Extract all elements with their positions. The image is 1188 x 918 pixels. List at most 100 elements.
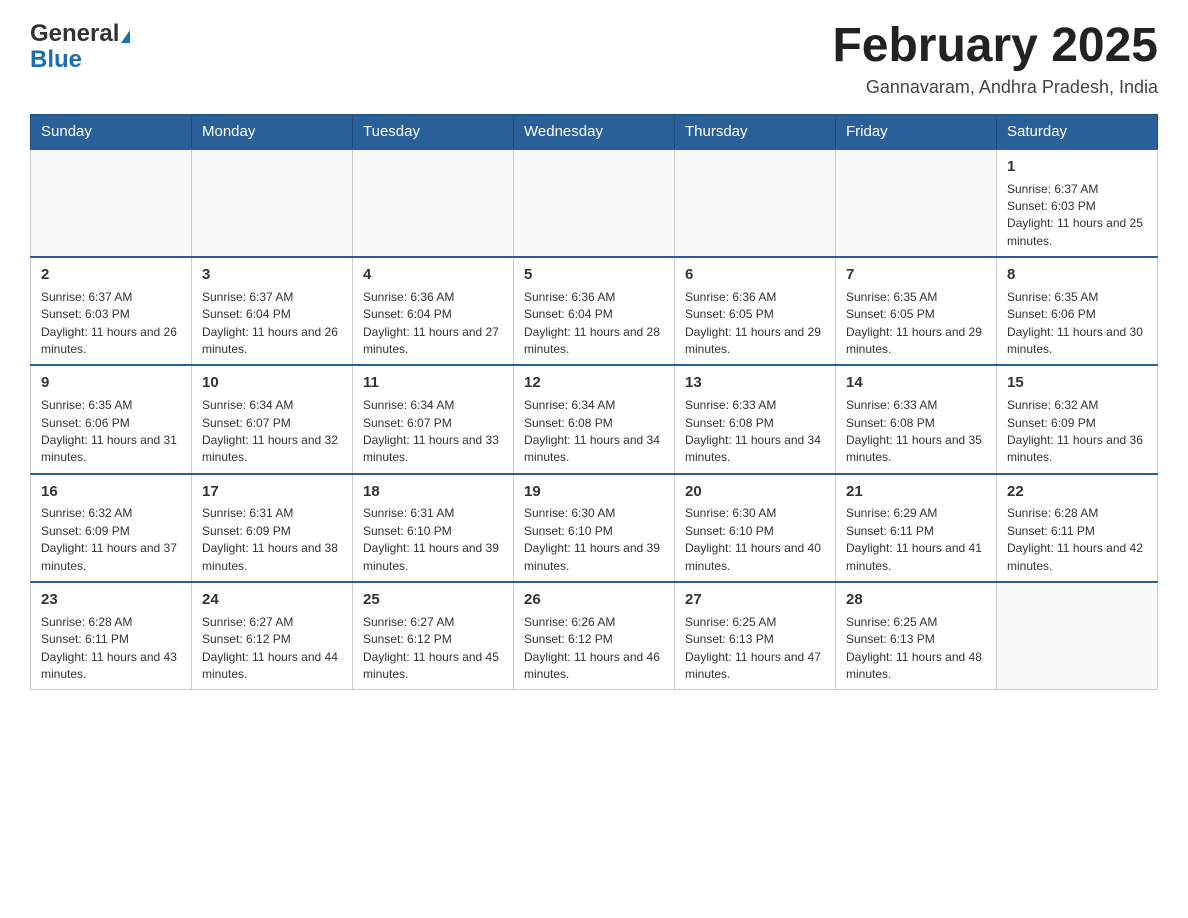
logo-general: General: [30, 20, 119, 47]
day-sun-info: Sunrise: 6:37 AMSunset: 6:03 PMDaylight:…: [1007, 181, 1147, 251]
calendar-cell: 19Sunrise: 6:30 AMSunset: 6:10 PMDayligh…: [514, 474, 675, 582]
calendar-cell: [675, 149, 836, 257]
calendar-cell: 1 Sunrise: 6:37 AMSunset: 6:03 PMDaylight…: [997, 149, 1158, 257]
calendar-cell: 20Sunrise: 6:30 AMSunset: 6:10 PMDayligh…: [675, 474, 836, 582]
weekday-header-sunday: Sunday: [31, 114, 192, 149]
day-sun-info: Sunrise: 6:32 AMSunset: 6:09 PMDaylight:…: [41, 505, 181, 575]
weekday-header-tuesday: Tuesday: [353, 114, 514, 149]
day-number: 13: [685, 372, 825, 394]
day-sun-info: Sunrise: 6:33 AMSunset: 6:08 PMDaylight:…: [846, 397, 986, 467]
calendar-cell: 6 Sunrise: 6:36 AMSunset: 6:05 PMDaylight…: [675, 257, 836, 365]
calendar-cell: 18Sunrise: 6:31 AMSunset: 6:10 PMDayligh…: [353, 474, 514, 582]
calendar-cell: 26 Sunrise: 6:26 AMSunset: 6:12 PMDayligh…: [514, 582, 675, 690]
day-sun-info: Sunrise: 6:34 AMSunset: 6:07 PMDaylight:…: [202, 397, 342, 467]
day-sun-info: Sunrise: 6:36 AMSunset: 6:04 PMDaylight:…: [363, 289, 503, 359]
calendar-cell: [353, 149, 514, 257]
day-number: 21: [846, 481, 986, 503]
day-sun-info: Sunrise: 6:37 AMSunset: 6:04 PMDaylight:…: [202, 289, 342, 359]
calendar-cell: 17Sunrise: 6:31 AMSunset: 6:09 PMDayligh…: [192, 474, 353, 582]
weekday-header-saturday: Saturday: [997, 114, 1158, 149]
logo-triangle-icon: [121, 30, 130, 43]
calendar-cell: 13 Sunrise: 6:33 AMSunset: 6:08 PMDayligh…: [675, 365, 836, 473]
logo-general-text: General: [30, 20, 130, 48]
day-number: 10: [202, 372, 342, 394]
day-number: 22: [1007, 481, 1147, 503]
calendar-cell: 3 Sunrise: 6:37 AMSunset: 6:04 PMDaylight…: [192, 257, 353, 365]
title-area: February 2025 Gannavaram, Andhra Pradesh…: [832, 20, 1158, 98]
day-sun-info: Sunrise: 6:35 AMSunset: 6:06 PMDaylight:…: [1007, 289, 1147, 359]
calendar-week-4: 16Sunrise: 6:32 AMSunset: 6:09 PMDayligh…: [31, 474, 1158, 582]
logo-blue-text: Blue: [30, 46, 82, 74]
day-number: 28: [846, 589, 986, 611]
day-number: 1: [1007, 156, 1147, 178]
day-number: 4: [363, 264, 503, 286]
calendar-cell: 21Sunrise: 6:29 AMSunset: 6:11 PMDayligh…: [836, 474, 997, 582]
calendar-cell: 23 Sunrise: 6:28 AMSunset: 6:11 PMDayligh…: [31, 582, 192, 690]
calendar-cell: 7Sunrise: 6:35 AMSunset: 6:05 PMDaylight…: [836, 257, 997, 365]
calendar-cell: 28Sunrise: 6:25 AMSunset: 6:13 PMDayligh…: [836, 582, 997, 690]
weekday-header-thursday: Thursday: [675, 114, 836, 149]
day-sun-info: Sunrise: 6:35 AMSunset: 6:06 PMDaylight:…: [41, 397, 181, 467]
day-number: 9: [41, 372, 181, 394]
day-number: 25: [363, 589, 503, 611]
calendar-week-1: 1 Sunrise: 6:37 AMSunset: 6:03 PMDaylight…: [31, 149, 1158, 257]
calendar-cell: 25 Sunrise: 6:27 AMSunset: 6:12 PMDayligh…: [353, 582, 514, 690]
day-number: 19: [524, 481, 664, 503]
calendar-cell: [31, 149, 192, 257]
weekday-header-monday: Monday: [192, 114, 353, 149]
day-sun-info: Sunrise: 6:26 AMSunset: 6:12 PMDaylight:…: [524, 614, 664, 684]
day-sun-info: Sunrise: 6:36 AMSunset: 6:04 PMDaylight:…: [524, 289, 664, 359]
calendar-cell: [192, 149, 353, 257]
day-sun-info: Sunrise: 6:36 AMSunset: 6:05 PMDaylight:…: [685, 289, 825, 359]
day-number: 20: [685, 481, 825, 503]
calendar-cell: 16Sunrise: 6:32 AMSunset: 6:09 PMDayligh…: [31, 474, 192, 582]
calendar-cell: [836, 149, 997, 257]
calendar-cell: 4 Sunrise: 6:36 AMSunset: 6:04 PMDaylight…: [353, 257, 514, 365]
calendar-cell: 5Sunrise: 6:36 AMSunset: 6:04 PMDaylight…: [514, 257, 675, 365]
calendar-cell: 9 Sunrise: 6:35 AMSunset: 6:06 PMDaylight…: [31, 365, 192, 473]
calendar-cell: [997, 582, 1158, 690]
calendar-week-5: 23 Sunrise: 6:28 AMSunset: 6:11 PMDayligh…: [31, 582, 1158, 690]
day-sun-info: Sunrise: 6:25 AMSunset: 6:13 PMDaylight:…: [685, 614, 825, 684]
day-sun-info: Sunrise: 6:31 AMSunset: 6:09 PMDaylight:…: [202, 505, 342, 575]
logo: General Blue: [30, 20, 130, 74]
calendar-cell: 24 Sunrise: 6:27 AMSunset: 6:12 PMDayligh…: [192, 582, 353, 690]
weekday-header-wednesday: Wednesday: [514, 114, 675, 149]
day-sun-info: Sunrise: 6:33 AMSunset: 6:08 PMDaylight:…: [685, 397, 825, 467]
day-sun-info: Sunrise: 6:32 AMSunset: 6:09 PMDaylight:…: [1007, 397, 1147, 467]
day-number: 24: [202, 589, 342, 611]
calendar-cell: [514, 149, 675, 257]
day-number: 6: [685, 264, 825, 286]
calendar-cell: 15 Sunrise: 6:32 AMSunset: 6:09 PMDayligh…: [997, 365, 1158, 473]
day-sun-info: Sunrise: 6:31 AMSunset: 6:10 PMDaylight:…: [363, 505, 503, 575]
day-number: 17: [202, 481, 342, 503]
day-sun-info: Sunrise: 6:28 AMSunset: 6:11 PMDaylight:…: [41, 614, 181, 684]
day-number: 3: [202, 264, 342, 286]
calendar-week-2: 2Sunrise: 6:37 AMSunset: 6:03 PMDaylight…: [31, 257, 1158, 365]
calendar-cell: 12Sunrise: 6:34 AMSunset: 6:08 PMDayligh…: [514, 365, 675, 473]
day-sun-info: Sunrise: 6:27 AMSunset: 6:12 PMDaylight:…: [202, 614, 342, 684]
calendar-week-3: 9 Sunrise: 6:35 AMSunset: 6:06 PMDaylight…: [31, 365, 1158, 473]
day-number: 23: [41, 589, 181, 611]
location-text: Gannavaram, Andhra Pradesh, India: [832, 77, 1158, 98]
calendar-cell: 11 Sunrise: 6:34 AMSunset: 6:07 PMDayligh…: [353, 365, 514, 473]
day-sun-info: Sunrise: 6:30 AMSunset: 6:10 PMDaylight:…: [685, 505, 825, 575]
calendar-header-row: SundayMondayTuesdayWednesdayThursdayFrid…: [31, 114, 1158, 149]
day-number: 15: [1007, 372, 1147, 394]
calendar-table: SundayMondayTuesdayWednesdayThursdayFrid…: [30, 114, 1158, 691]
day-number: 27: [685, 589, 825, 611]
day-number: 11: [363, 372, 503, 394]
day-number: 8: [1007, 264, 1147, 286]
day-sun-info: Sunrise: 6:28 AMSunset: 6:11 PMDaylight:…: [1007, 505, 1147, 575]
month-title: February 2025: [832, 20, 1158, 73]
calendar-cell: 14Sunrise: 6:33 AMSunset: 6:08 PMDayligh…: [836, 365, 997, 473]
calendar-cell: 8 Sunrise: 6:35 AMSunset: 6:06 PMDaylight…: [997, 257, 1158, 365]
day-sun-info: Sunrise: 6:30 AMSunset: 6:10 PMDaylight:…: [524, 505, 664, 575]
day-number: 26: [524, 589, 664, 611]
day-sun-info: Sunrise: 6:27 AMSunset: 6:12 PMDaylight:…: [363, 614, 503, 684]
calendar-cell: 27 Sunrise: 6:25 AMSunset: 6:13 PMDayligh…: [675, 582, 836, 690]
day-sun-info: Sunrise: 6:37 AMSunset: 6:03 PMDaylight:…: [41, 289, 181, 359]
day-number: 12: [524, 372, 664, 394]
day-sun-info: Sunrise: 6:34 AMSunset: 6:07 PMDaylight:…: [363, 397, 503, 467]
day-sun-info: Sunrise: 6:29 AMSunset: 6:11 PMDaylight:…: [846, 505, 986, 575]
